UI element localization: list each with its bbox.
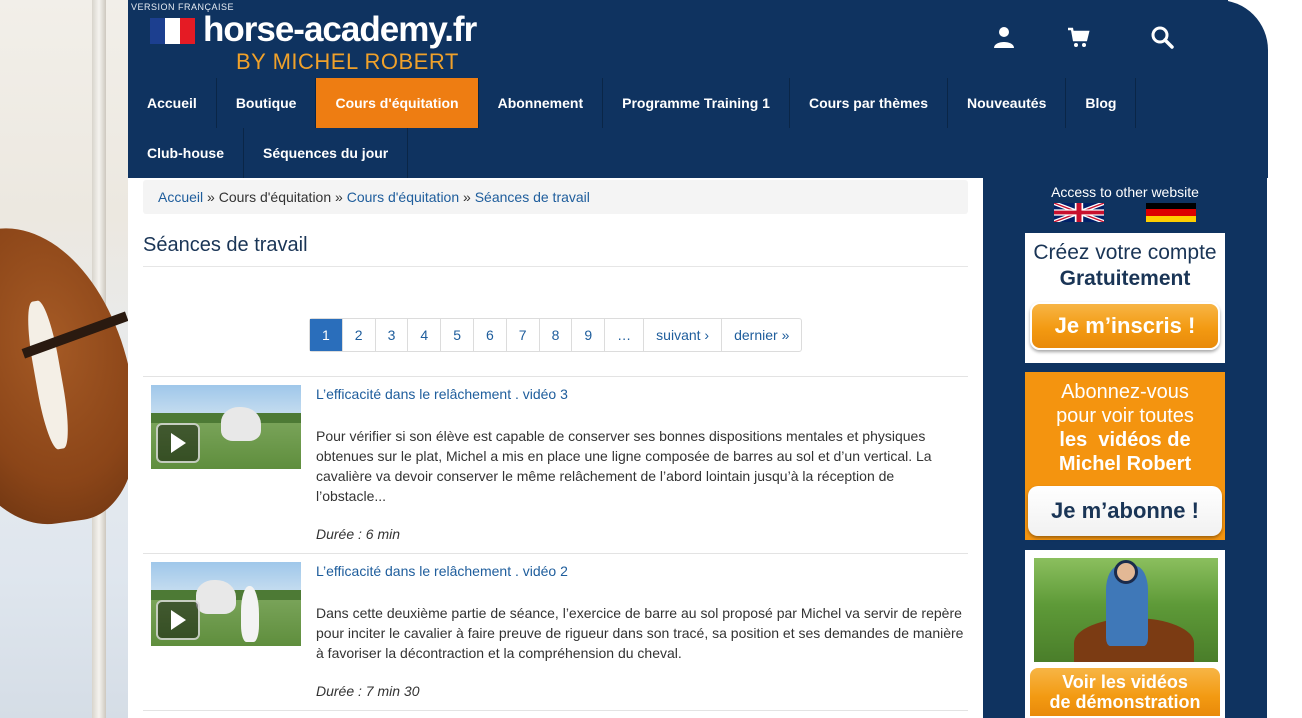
video-thumbnail[interactable] (151, 385, 301, 469)
nav-item-blog[interactable]: Blog (1066, 78, 1137, 128)
promo-account-line1: Créez votre compte (1033, 241, 1217, 264)
divider (143, 266, 968, 267)
german-flag-icon[interactable] (1146, 203, 1196, 222)
promo-subscribe-line1: Abonnez-vous (1061, 381, 1189, 403)
access-other-website-label: Access to other website (1051, 184, 1199, 200)
nav-item-club-house[interactable]: Club-house (128, 128, 244, 178)
nav-item-programme-training[interactable]: Programme Training 1 (603, 78, 790, 128)
breadcrumb-current[interactable]: Séances de travail (475, 189, 590, 205)
page-link-3[interactable]: 3 (376, 319, 409, 351)
subscribe-button[interactable]: Je m’abonne ! (1028, 486, 1222, 536)
breadcrumb-level2[interactable]: Cours d'équitation (347, 189, 459, 205)
list-item: L’efficacité dans le relâchement . vidéo… (143, 377, 968, 553)
breadcrumb-home[interactable]: Accueil (158, 189, 203, 205)
page-link-5[interactable]: 5 (441, 319, 474, 351)
background-horse-photo (0, 0, 128, 718)
horse-head-image (0, 213, 128, 537)
nav-item-cours-par-themes[interactable]: Cours par thèmes (790, 78, 949, 128)
page-link-7[interactable]: 7 (507, 319, 540, 351)
video-title-link[interactable]: L’efficacité dans le relâchement . vidéo… (316, 563, 568, 579)
promo-subscribe-line4: Michel Robert (1058, 453, 1192, 475)
play-icon[interactable] (156, 600, 200, 640)
page-link-8[interactable]: 8 (540, 319, 573, 351)
video-title-link[interactable]: L’efficacité dans le relâchement . vidéo… (316, 386, 568, 402)
site-logo-subtitle: BY MICHEL ROBERT (236, 49, 459, 74)
promo-account-line2: Gratuitement (1059, 267, 1191, 290)
video-duration: Durée : 6 min (316, 526, 401, 542)
video-thumbnail[interactable] (151, 562, 301, 646)
play-icon[interactable] (156, 423, 200, 463)
search-icon[interactable] (1149, 24, 1175, 50)
divider (143, 710, 968, 711)
user-icon[interactable] (991, 24, 1017, 50)
register-button[interactable]: Je m’inscris ! (1030, 302, 1220, 350)
nav-item-boutique[interactable]: Boutique (217, 78, 317, 128)
demo-videos-button[interactable]: Voir les vidéos de démonstration (1028, 666, 1222, 718)
page-last-link[interactable]: dernier » (722, 319, 801, 351)
nav-item-abonnement[interactable]: Abonnement (479, 78, 604, 128)
nav-item-accueil[interactable]: Accueil (128, 78, 217, 128)
michel-robert-photo (1034, 558, 1218, 662)
cart-icon[interactable] (1066, 24, 1092, 50)
list-item: L’efficacité dans le relâchement . vidéo… (143, 554, 968, 710)
breadcrumb: Accueil » Cours d'équitation » Cours d'é… (143, 180, 968, 214)
site-logo-title[interactable]: horse-academy.fr (203, 10, 477, 50)
main-content: Accueil » Cours d'équitation » Cours d'é… (128, 178, 983, 718)
page-link-1[interactable]: 1 (310, 319, 343, 351)
uk-flag-icon[interactable] (1054, 203, 1104, 222)
page-link-6[interactable]: 6 (474, 319, 507, 351)
promo-subscribe-line3: les vidéos de (1059, 429, 1191, 451)
video-description: Dans cette deuxième partie de séance, l’… (316, 605, 964, 661)
page-link-4[interactable]: 4 (408, 319, 442, 351)
french-flag-icon (150, 18, 195, 44)
breadcrumb-separator: » (463, 189, 471, 205)
video-duration: Durée : 7 min 30 (316, 683, 420, 699)
page-ellipsis: … (605, 319, 645, 351)
demo-button-line2: de démonstration (1049, 692, 1201, 712)
main-navigation: Accueil Boutique Cours d'équitation Abon… (128, 78, 1200, 178)
page-link-9[interactable]: 9 (572, 319, 606, 351)
nav-item-nouveautes[interactable]: Nouveautés (948, 78, 1067, 128)
page-next-link[interactable]: suivant › (644, 319, 723, 351)
nav-item-cours-equitation[interactable]: Cours d'équitation (316, 78, 479, 128)
promo-subscribe-line2: pour voir toutes (1056, 405, 1194, 427)
page-link-2[interactable]: 2 (343, 319, 376, 351)
pagination: 1 2 3 4 5 6 7 8 9 … suivant › dernier » (309, 318, 803, 352)
demo-button-line1: Voir les vidéos (1062, 672, 1188, 692)
nav-item-sequences-du-jour[interactable]: Séquences du jour (244, 128, 409, 178)
page-title: Séances de travail (143, 234, 308, 256)
video-description: Pour vérifier si son élève est capable d… (316, 428, 932, 504)
breadcrumb-separator: » (335, 189, 343, 205)
breadcrumb-level1: Cours d'équitation (218, 189, 332, 205)
breadcrumb-separator: » (207, 189, 215, 205)
